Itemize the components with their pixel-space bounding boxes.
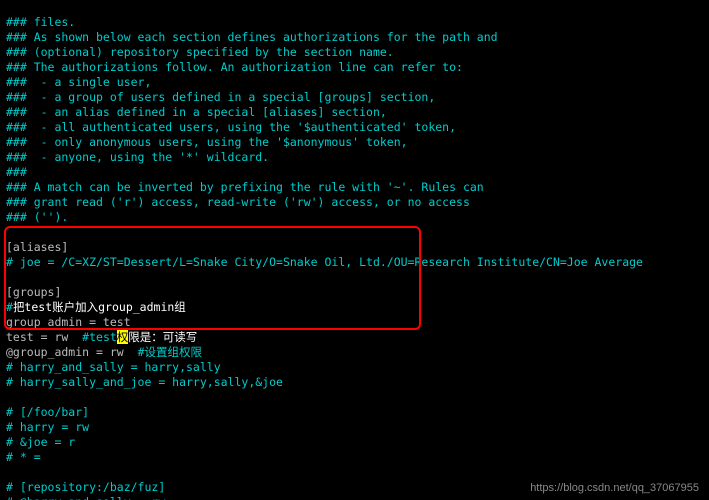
comment-line: ### — [6, 165, 27, 179]
blank-line — [6, 465, 13, 479]
highlight-char: 权 — [117, 330, 129, 344]
comment-line: ### grant read ('r') access, read-write … — [6, 195, 470, 209]
test-rw-line: test = rw #test权限是：可读写 — [6, 330, 197, 344]
foobar-line: # harry = rw — [6, 420, 89, 434]
repo-section: # [repository:/baz/fuz] — [6, 480, 165, 494]
group-admin-rw-line: @group_admin = rw #设置组权限 — [6, 345, 202, 359]
blank-line — [6, 390, 13, 404]
comment-line: ### (optional) repository specified by t… — [6, 45, 394, 59]
comment-line: ### As shown below each section defines … — [6, 30, 498, 44]
foobar-line: # * = — [6, 450, 41, 464]
blank-line — [6, 270, 13, 284]
comment-line: ### - a group of users defined in a spec… — [6, 90, 435, 104]
alias-joe: # joe = /C=XZ/ST=Dessert/L=Snake City/O=… — [6, 255, 643, 269]
harry-sally-line: # harry_and_sally = harry,sally — [6, 360, 221, 374]
foobar-line: # &joe = r — [6, 435, 75, 449]
comment-line: ### (''). — [6, 210, 68, 224]
comment-line: ### - an alias defined in a special [ali… — [6, 105, 387, 119]
comment-line: ### files. — [6, 15, 75, 29]
foobar-section: # [/foo/bar] — [6, 405, 89, 419]
comment-line: ### - all authenticated users, using the… — [6, 120, 456, 134]
group-admin-line: group_admin = test — [6, 315, 131, 329]
section-groups: [groups] — [6, 285, 61, 299]
section-aliases: [aliases] — [6, 240, 68, 254]
repo-line: # @harry_and_sally = rw — [6, 495, 165, 500]
group-comment-1: #把test账户加入group_admin组 — [6, 300, 186, 314]
blank-line — [6, 225, 13, 239]
comment-line: ### The authorizations follow. An author… — [6, 60, 463, 74]
watermark: https://blog.csdn.net/qq_37067955 — [530, 482, 699, 494]
terminal-output: ### files. ### As shown below each secti… — [0, 0, 709, 500]
comment-line: ### - anyone, using the '*' wildcard. — [6, 150, 269, 164]
harry-sally-joe-line: # harry_sally_and_joe = harry,sally,&joe — [6, 375, 283, 389]
comment-line: ### - only anonymous users, using the '$… — [6, 135, 408, 149]
comment-line: ### A match can be inverted by prefixing… — [6, 180, 484, 194]
comment-line: ### - a single user, — [6, 75, 151, 89]
